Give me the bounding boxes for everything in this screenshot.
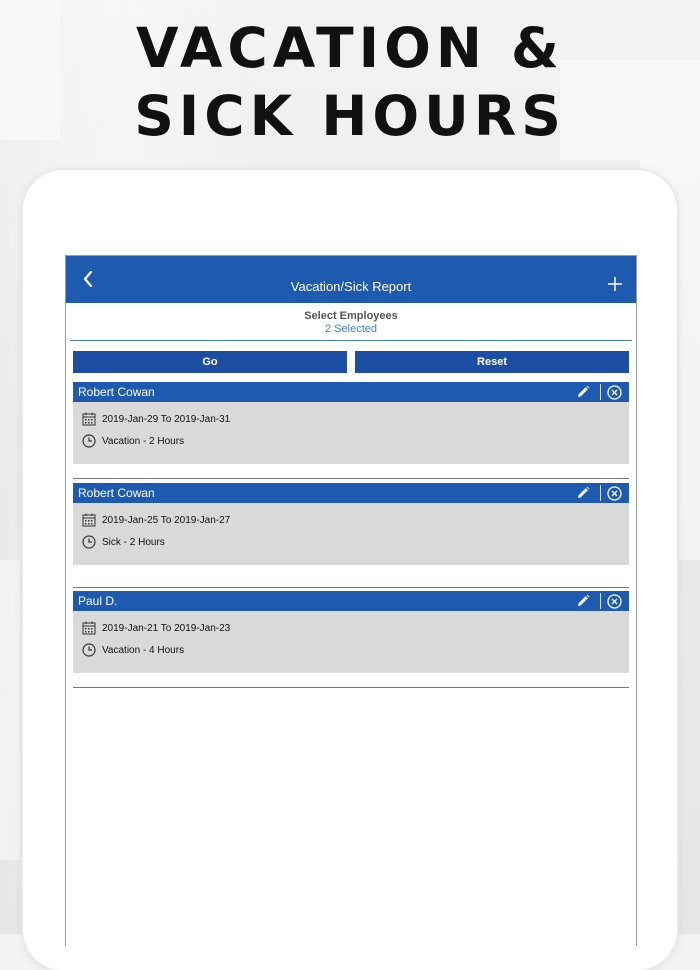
edit-button[interactable]	[576, 593, 592, 609]
calendar-icon	[82, 513, 96, 527]
reset-button[interactable]: Reset	[355, 351, 629, 373]
entry-header: Robert Cowan	[73, 483, 629, 503]
calendar-icon	[82, 621, 96, 635]
leave-type-row: Vacation - 2 Hours	[73, 430, 629, 452]
pencil-icon	[578, 594, 590, 606]
entry-divider	[73, 687, 629, 688]
leave-type-hours: Vacation - 4 Hours	[102, 644, 185, 656]
clock-icon	[82, 643, 96, 657]
selected-count[interactable]: 2 Selected	[70, 323, 632, 335]
header-separator	[600, 384, 601, 400]
entry-header: Paul D.	[73, 591, 629, 611]
header-separator	[600, 485, 601, 501]
pencil-icon	[578, 486, 590, 498]
entry-header: Robert Cowan	[73, 382, 629, 402]
pencil-icon	[578, 385, 590, 397]
close-circle-icon	[607, 593, 622, 609]
page-title-text: Vacation/Sick Report	[290, 279, 412, 294]
page-title: Vacation/Sick Report	[66, 256, 636, 303]
edit-button[interactable]	[576, 384, 592, 400]
entry-card: Robert Cowan 2019-Jan-29 To 2019-Jan-31 …	[73, 382, 629, 464]
nav-bar: Vacation/Sick Report	[66, 256, 636, 303]
close-circle-icon	[607, 384, 622, 400]
clock-icon	[82, 434, 96, 448]
entry-body: 2019-Jan-29 To 2019-Jan-31 Vacation - 2 …	[73, 402, 629, 464]
entry-card: Robert Cowan 2019-Jan-25 To 2019-Jan-27 …	[73, 483, 629, 565]
date-range-row: 2019-Jan-25 To 2019-Jan-27	[73, 509, 629, 531]
app-screen: Vacation/Sick Report Select Employees 2 …	[65, 255, 637, 946]
date-range: 2019-Jan-29 To 2019-Jan-31	[102, 413, 231, 425]
go-button[interactable]: Go	[73, 351, 347, 373]
employee-name: Paul D.	[78, 594, 118, 608]
calendar-icon	[82, 412, 96, 426]
date-range: 2019-Jan-21 To 2019-Jan-23	[102, 622, 231, 634]
delete-button[interactable]	[607, 593, 623, 609]
employee-name: Robert Cowan	[78, 385, 155, 399]
entry-divider	[73, 478, 629, 479]
header-separator	[600, 593, 601, 609]
entry-body: 2019-Jan-21 To 2019-Jan-23 Vacation - 4 …	[73, 611, 629, 673]
leave-type-row: Vacation - 4 Hours	[73, 639, 629, 661]
entry-divider	[73, 587, 629, 588]
close-circle-icon	[607, 485, 622, 501]
employee-name: Robert Cowan	[78, 486, 155, 500]
date-range-row: 2019-Jan-29 To 2019-Jan-31	[73, 408, 629, 430]
leave-type-hours: Sick - 2 Hours	[102, 536, 165, 548]
headline-line-1: VACATION &	[136, 16, 564, 80]
headline-line-2: SICK HOURS	[134, 84, 566, 148]
entry-body: 2019-Jan-25 To 2019-Jan-27 Sick - 2 Hour…	[73, 503, 629, 565]
leave-type-hours: Vacation - 2 Hours	[102, 435, 185, 447]
delete-button[interactable]	[607, 384, 623, 400]
add-button[interactable]	[608, 277, 624, 293]
delete-button[interactable]	[607, 485, 623, 501]
leave-type-row: Sick - 2 Hours	[73, 531, 629, 553]
plus-icon	[608, 277, 622, 291]
date-range-row: 2019-Jan-21 To 2019-Jan-23	[73, 617, 629, 639]
clock-icon	[82, 535, 96, 549]
action-buttons: Go Reset	[66, 351, 636, 373]
entry-card: Paul D. 2019-Jan-21 To 2019-Jan-23 Vacat…	[73, 591, 629, 673]
page-headline: VACATION & SICK HOURS	[0, 14, 700, 150]
edit-button[interactable]	[576, 485, 592, 501]
date-range: 2019-Jan-25 To 2019-Jan-27	[102, 514, 231, 526]
